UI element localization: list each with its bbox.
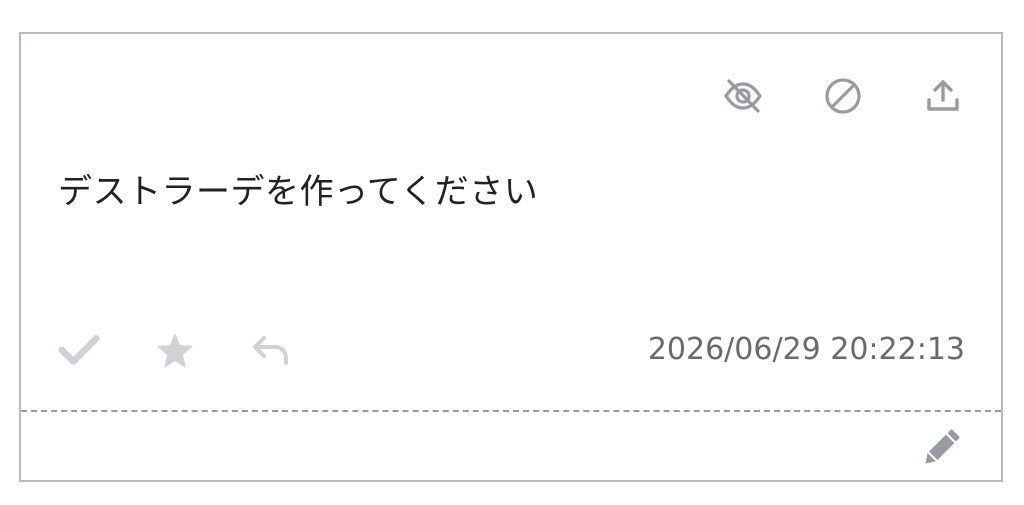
card-top-actions [721, 74, 965, 118]
pencil-icon [925, 429, 960, 464]
share-button[interactable] [921, 74, 965, 118]
favorite-button[interactable] [153, 328, 197, 372]
block-icon [825, 78, 861, 114]
block-button[interactable] [821, 74, 865, 118]
star-icon [157, 333, 193, 368]
upload-icon [927, 80, 959, 111]
check-button[interactable] [57, 328, 101, 372]
reply-button[interactable] [249, 328, 293, 372]
card-bottom-actions [57, 328, 293, 372]
reply-icon [253, 336, 288, 365]
eye-off-icon [724, 79, 762, 113]
timestamp: 2026/06/29 20:22:13 [647, 332, 965, 367]
check-icon [58, 335, 100, 365]
edit-button[interactable] [917, 424, 965, 472]
dashed-divider [21, 410, 1001, 412]
message-card: デストラーデを作ってください 2026/06/29 20:22:13 [19, 32, 1003, 482]
message-text: デストラーデを作ってください [58, 172, 539, 212]
hide-button[interactable] [721, 74, 765, 118]
